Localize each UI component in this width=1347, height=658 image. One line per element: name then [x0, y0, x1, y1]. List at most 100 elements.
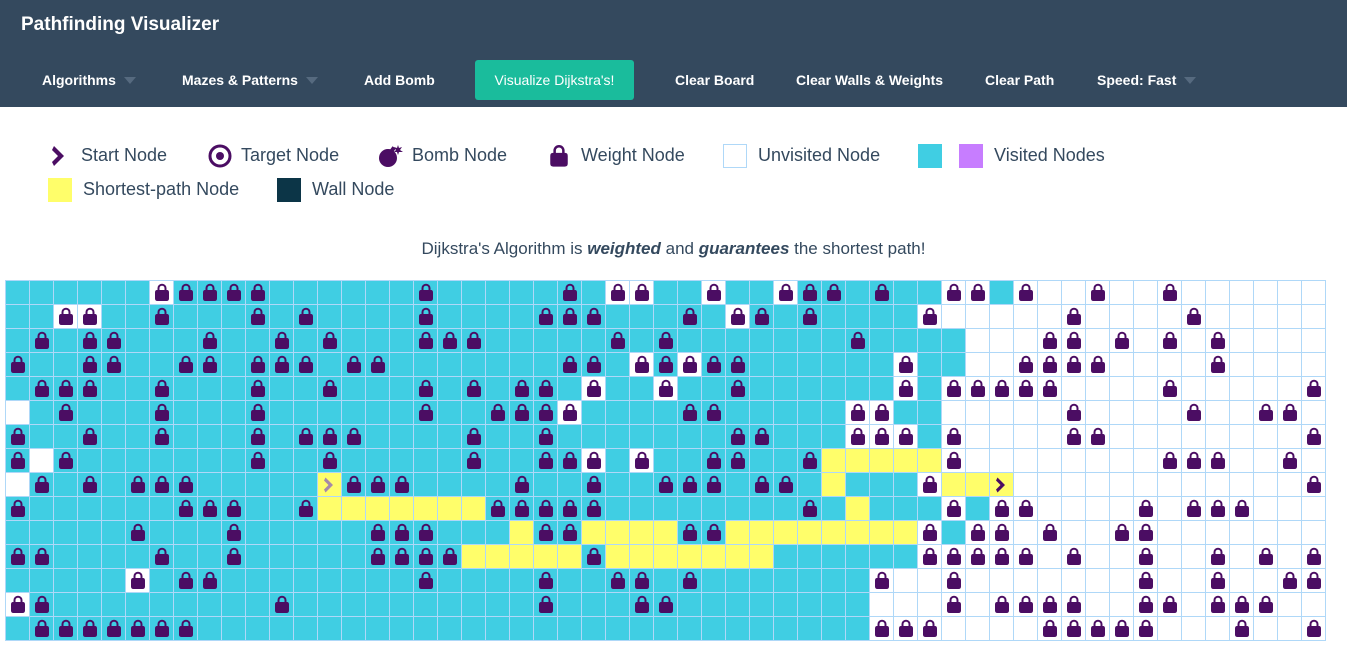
visited-node[interactable]	[5, 616, 30, 641]
weight-node[interactable]	[197, 496, 222, 521]
weight-node[interactable]	[197, 280, 222, 305]
visited-node[interactable]	[317, 616, 342, 641]
visited-node[interactable]	[269, 496, 294, 521]
unvisited-node[interactable]	[965, 568, 990, 593]
unvisited-node[interactable]	[1013, 424, 1038, 449]
weight-node[interactable]	[125, 520, 150, 545]
weight-node[interactable]	[965, 376, 990, 401]
unvisited-node[interactable]	[1205, 472, 1230, 497]
visited-node[interactable]	[677, 328, 702, 353]
weight-node[interactable]	[317, 448, 342, 473]
unvisited-node[interactable]	[1277, 376, 1302, 401]
shortest-path-node[interactable]	[749, 520, 774, 545]
weight-node[interactable]	[1277, 568, 1302, 593]
weight-node[interactable]	[917, 520, 942, 545]
weight-node[interactable]	[845, 400, 870, 425]
visited-node[interactable]	[509, 592, 534, 617]
weight-node[interactable]	[581, 352, 606, 377]
visited-node[interactable]	[797, 352, 822, 377]
weight-node[interactable]	[557, 280, 582, 305]
unvisited-node[interactable]	[1157, 568, 1182, 593]
visited-node[interactable]	[557, 424, 582, 449]
weight-node[interactable]	[533, 304, 558, 329]
visited-node[interactable]	[77, 592, 102, 617]
weight-node[interactable]	[1157, 592, 1182, 617]
visited-node[interactable]	[101, 400, 126, 425]
weight-node[interactable]	[869, 568, 894, 593]
visited-node[interactable]	[269, 568, 294, 593]
weight-node[interactable]	[1013, 592, 1038, 617]
visited-node[interactable]	[29, 520, 54, 545]
weight-node[interactable]	[173, 616, 198, 641]
visited-node[interactable]	[797, 544, 822, 569]
shortest-path-node[interactable]	[485, 544, 510, 569]
visited-node[interactable]	[629, 328, 654, 353]
weight-node[interactable]	[941, 568, 966, 593]
visited-node[interactable]	[917, 280, 942, 305]
weight-node[interactable]	[269, 592, 294, 617]
unvisited-node[interactable]	[1181, 376, 1206, 401]
visited-node[interactable]	[917, 376, 942, 401]
visited-node[interactable]	[797, 400, 822, 425]
visited-node[interactable]	[389, 616, 414, 641]
unvisited-node[interactable]	[1229, 400, 1254, 425]
visited-node[interactable]	[485, 328, 510, 353]
unvisited-node[interactable]	[1253, 496, 1278, 521]
visited-node[interactable]	[773, 496, 798, 521]
weight-node[interactable]	[413, 520, 438, 545]
weight-node[interactable]	[389, 544, 414, 569]
visited-node[interactable]	[389, 376, 414, 401]
visited-node[interactable]	[917, 400, 942, 425]
unvisited-node[interactable]	[1277, 352, 1302, 377]
visited-node[interactable]	[221, 424, 246, 449]
weight-node[interactable]	[149, 400, 174, 425]
weight-node[interactable]	[581, 496, 606, 521]
weight-node[interactable]	[293, 352, 318, 377]
visited-node[interactable]	[29, 304, 54, 329]
weight-node[interactable]	[941, 592, 966, 617]
unvisited-node[interactable]	[941, 304, 966, 329]
visited-node[interactable]	[173, 520, 198, 545]
unvisited-node[interactable]	[965, 352, 990, 377]
weight-node[interactable]	[1109, 328, 1134, 353]
visited-node[interactable]	[461, 520, 486, 545]
visited-node[interactable]	[557, 592, 582, 617]
unvisited-node[interactable]	[1229, 352, 1254, 377]
visited-node[interactable]	[269, 280, 294, 305]
visited-node[interactable]	[221, 400, 246, 425]
visited-node[interactable]	[53, 472, 78, 497]
weight-node[interactable]	[965, 520, 990, 545]
visited-node[interactable]	[773, 424, 798, 449]
weight-node[interactable]	[77, 304, 102, 329]
visited-node[interactable]	[869, 352, 894, 377]
visited-node[interactable]	[149, 568, 174, 593]
visited-node[interactable]	[437, 472, 462, 497]
visited-node[interactable]	[413, 592, 438, 617]
weight-node[interactable]	[5, 544, 30, 569]
weight-node[interactable]	[149, 424, 174, 449]
visited-node[interactable]	[725, 328, 750, 353]
weight-node[interactable]	[533, 448, 558, 473]
visited-node[interactable]	[341, 376, 366, 401]
visited-node[interactable]	[605, 400, 630, 425]
unvisited-node[interactable]	[1181, 424, 1206, 449]
visited-node[interactable]	[149, 496, 174, 521]
weight-node[interactable]	[677, 568, 702, 593]
visited-node[interactable]	[845, 376, 870, 401]
unvisited-node[interactable]	[1133, 376, 1158, 401]
visited-node[interactable]	[101, 544, 126, 569]
weight-node[interactable]	[677, 352, 702, 377]
visited-node[interactable]	[461, 352, 486, 377]
weight-node[interactable]	[1205, 544, 1230, 569]
weight-node[interactable]	[1133, 568, 1158, 593]
weight-node[interactable]	[845, 328, 870, 353]
visited-node[interactable]	[293, 616, 318, 641]
visited-node[interactable]	[701, 328, 726, 353]
weight-node[interactable]	[1109, 520, 1134, 545]
unvisited-node[interactable]	[1109, 496, 1134, 521]
unvisited-node[interactable]	[1133, 424, 1158, 449]
visited-node[interactable]	[53, 280, 78, 305]
weight-node[interactable]	[1013, 352, 1038, 377]
weight-node[interactable]	[365, 520, 390, 545]
visited-node[interactable]	[293, 400, 318, 425]
